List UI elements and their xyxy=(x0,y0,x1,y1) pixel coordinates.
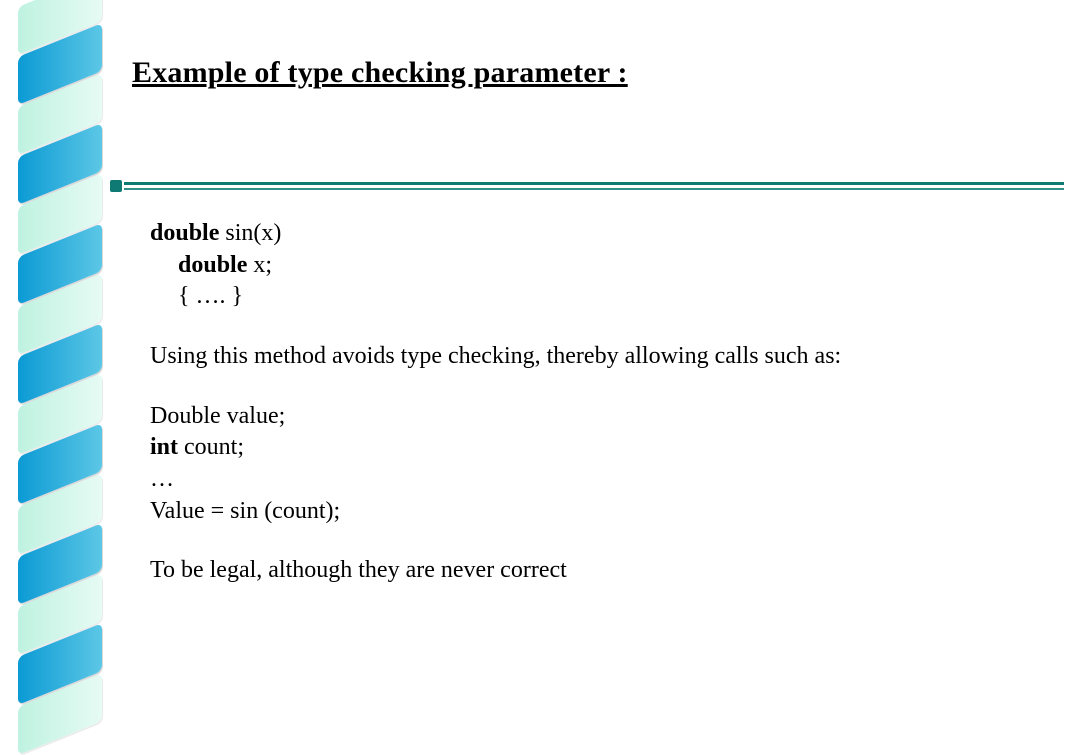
keyword-double: double xyxy=(178,252,247,278)
paragraph: To be legal, although they are never cor… xyxy=(150,555,1050,587)
code-text: Value = sin (count); xyxy=(150,496,1050,528)
code-text: x; xyxy=(247,252,272,278)
code-text: sin(x) xyxy=(219,220,281,246)
code-text: { …. } xyxy=(150,281,1050,313)
paragraph: Using this method avoids type checking, … xyxy=(150,341,1050,373)
slide-body: double sin(x) double x; { …. } Using thi… xyxy=(150,218,1050,615)
code-text: Double value; xyxy=(150,401,1050,433)
keyword-int: int xyxy=(150,434,178,460)
code-block-2: Double value; int count; … Value = sin (… xyxy=(150,401,1050,528)
keyword-double: double xyxy=(150,220,219,246)
code-text: … xyxy=(150,464,1050,496)
divider xyxy=(110,178,1064,194)
slide: Example of type checking parameter : dou… xyxy=(0,0,1080,720)
slide-title: Example of type checking parameter : xyxy=(132,56,628,90)
code-text: count; xyxy=(178,434,244,460)
code-block-1: double sin(x) double x; { …. } xyxy=(150,218,1050,313)
